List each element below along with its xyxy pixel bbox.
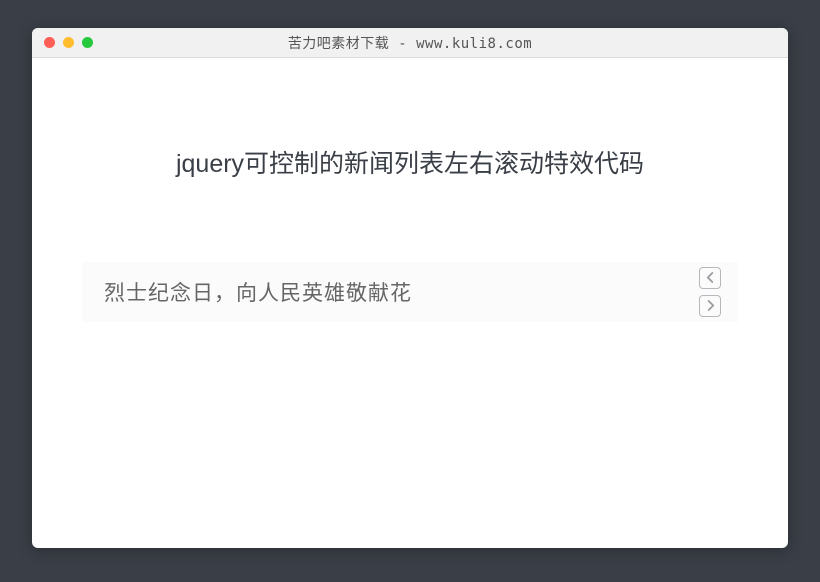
ticker-viewport: 烈士纪念日，向人民英雄敬献花 bbox=[82, 277, 682, 307]
ticker-text: 烈士纪念日，向人民英雄敬献花 bbox=[104, 277, 682, 307]
titlebar: 苦力吧素材下载 - www.kuli8.com bbox=[32, 28, 788, 58]
page-heading: jquery可控制的新闻列表左右滚动特效代码 bbox=[82, 58, 738, 180]
ticker-prev-button[interactable] bbox=[699, 267, 721, 289]
chevron-right-icon bbox=[706, 299, 715, 314]
ticker-controls bbox=[682, 267, 738, 317]
window-title: 苦力吧素材下载 - www.kuli8.com bbox=[32, 33, 788, 53]
ticker-next-button[interactable] bbox=[699, 295, 721, 317]
page-content: jquery可控制的新闻列表左右滚动特效代码 烈士纪念日，向人民英雄敬献花 bbox=[32, 58, 788, 548]
news-ticker: 烈士纪念日，向人民英雄敬献花 bbox=[82, 262, 738, 322]
browser-window: 苦力吧素材下载 - www.kuli8.com jquery可控制的新闻列表左右… bbox=[32, 28, 788, 548]
chevron-left-icon bbox=[706, 271, 715, 286]
